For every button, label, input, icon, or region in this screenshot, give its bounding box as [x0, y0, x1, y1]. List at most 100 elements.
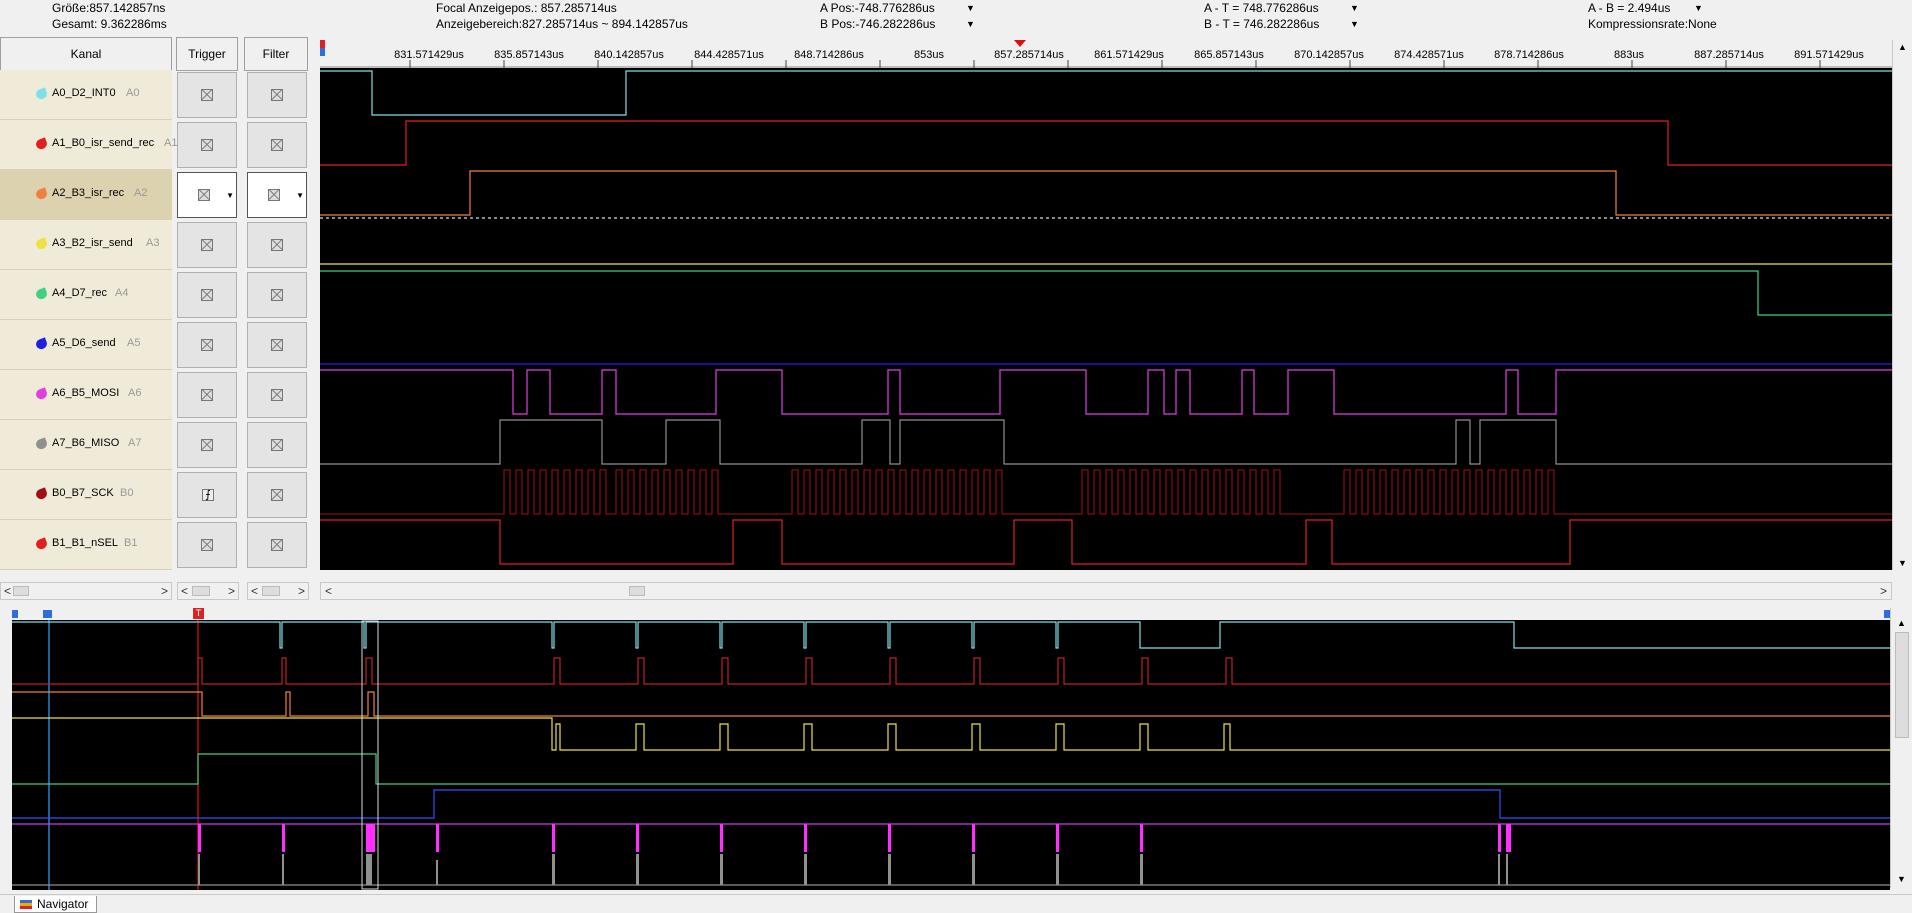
- channel-row[interactable]: A7_B6_MISO A7: [0, 420, 172, 470]
- scrollbar-thumb[interactable]: [13, 586, 29, 596]
- dropdown-arrow-icon[interactable]: ▼: [296, 191, 304, 200]
- ruler-tick-label: 874.428571us: [1394, 49, 1464, 61]
- b-position-dropdown[interactable]: ▼: [966, 16, 975, 32]
- dropdown-arrow-icon[interactable]: ▼: [226, 191, 234, 200]
- channel-row[interactable]: A4_D7_rec A4: [0, 270, 172, 320]
- none-icon: [271, 339, 283, 351]
- filter-scrollbar[interactable]: < >: [247, 582, 309, 600]
- scrollbar-thumb[interactable]: [192, 586, 210, 596]
- trigger-cell-selected[interactable]: ▼: [177, 172, 237, 218]
- trigger-cell[interactable]: [177, 422, 237, 468]
- scrollbar-thumb[interactable]: [1895, 632, 1909, 738]
- scroll-up-icon[interactable]: ▲: [1897, 618, 1906, 628]
- channel-tag: A0: [126, 87, 140, 99]
- waveform-scrollbar[interactable]: < >: [320, 582, 1892, 600]
- trigger-cell[interactable]: ⨍: [177, 472, 237, 518]
- channel-row[interactable]: A1_B0_isr_send_rec A1: [0, 120, 177, 170]
- a-minus-t-readout: A - T = 748.776286us: [1204, 1, 1319, 15]
- ruler-tick-label: 865.857143us: [1194, 49, 1264, 61]
- none-icon: [271, 439, 283, 451]
- filter-cell[interactable]: [247, 272, 307, 318]
- scroll-down-icon[interactable]: ▼: [1897, 874, 1906, 884]
- channel-name: A7_B6_MISO: [52, 437, 120, 449]
- filter-cell[interactable]: [247, 222, 307, 268]
- a-minus-b-readout: A - B = 2.494us: [1588, 1, 1671, 15]
- none-icon: [201, 339, 213, 351]
- channel-list-scrollbar[interactable]: < >: [0, 582, 172, 600]
- tab-navigator[interactable]: Navigator: [14, 896, 98, 913]
- scroll-up-icon[interactable]: ▲: [1898, 42, 1907, 52]
- scroll-down-icon[interactable]: ▼: [1898, 558, 1907, 568]
- filter-cell-selected[interactable]: ▼: [247, 172, 307, 218]
- scroll-left-icon[interactable]: <: [181, 584, 188, 598]
- scroll-right-icon[interactable]: >: [161, 584, 168, 598]
- filter-cell[interactable]: [247, 472, 307, 518]
- none-icon: [201, 439, 213, 451]
- channel-row[interactable]: B0_B7_SCK B0: [0, 470, 172, 520]
- trigger-scrollbar[interactable]: < >: [177, 582, 239, 600]
- channel-row[interactable]: A5_D6_send A5: [0, 320, 172, 370]
- total-readout: Gesamt: 9.362286ms: [52, 17, 167, 31]
- channel-color-icon: [34, 437, 49, 451]
- scroll-right-icon[interactable]: >: [1880, 584, 1887, 598]
- time-ruler[interactable]: 831.571429us 835.857143us 840.142857us 8…: [320, 40, 1892, 68]
- trigger-cell[interactable]: [177, 72, 237, 118]
- channel-name: A2_B3_isr_rec: [52, 187, 125, 199]
- trigger-cell[interactable]: [177, 272, 237, 318]
- filter-column-header[interactable]: Filter: [244, 37, 308, 71]
- nav-waveform-a1: [12, 657, 1890, 685]
- none-icon: [201, 289, 213, 301]
- waveform-a0: [320, 70, 1892, 116]
- a-minus-b-dropdown[interactable]: ▼: [1694, 0, 1703, 16]
- ruler-tick-label: 835.857143us: [494, 49, 564, 61]
- navigator-icon: [20, 900, 32, 909]
- ruler-tick-label: 844.428571us: [694, 49, 764, 61]
- channel-name: B1_B1_nSEL: [52, 537, 119, 549]
- channel-tag: A1: [164, 137, 178, 149]
- channel-row[interactable]: B1_B1_nSEL B1: [0, 520, 172, 570]
- filter-cell[interactable]: [247, 372, 307, 418]
- a-minus-t-dropdown[interactable]: ▼: [1350, 0, 1359, 16]
- filter-cell[interactable]: [247, 422, 307, 468]
- a-position-dropdown[interactable]: ▼: [966, 0, 975, 16]
- filter-cell[interactable]: [247, 122, 307, 168]
- b-minus-t-dropdown[interactable]: ▼: [1350, 16, 1359, 32]
- channel-row[interactable]: A3_B2_isr_send A3: [0, 220, 172, 270]
- channel-column-header[interactable]: Kanal: [0, 37, 172, 71]
- scroll-right-icon[interactable]: >: [298, 584, 305, 598]
- trigger-cell[interactable]: [177, 372, 237, 418]
- waveform-a6: [320, 369, 1892, 415]
- trigger-cell[interactable]: [177, 322, 237, 368]
- filter-cell[interactable]: [247, 322, 307, 368]
- trigger-cell[interactable]: [177, 222, 237, 268]
- filter-cell[interactable]: [247, 72, 307, 118]
- navigator-overview[interactable]: [12, 620, 1890, 890]
- waveform-vertical-scrollbar[interactable]: ▲ ▼: [1892, 40, 1912, 570]
- scroll-left-icon[interactable]: <: [325, 584, 332, 598]
- scroll-right-icon[interactable]: >: [228, 584, 235, 598]
- channel-row[interactable]: A0_D2_INT0 A0: [0, 70, 172, 120]
- channel-color-icon: [34, 487, 49, 501]
- channel-name: A0_D2_INT0: [52, 87, 116, 99]
- channel-name: A1_B0_isr_send_rec: [52, 137, 155, 149]
- channel-row-selected[interactable]: A2_B3_isr_rec A2: [0, 170, 172, 220]
- channel-row[interactable]: A6_B5_MOSI A6: [0, 370, 172, 420]
- trigger-column-header[interactable]: Trigger: [176, 37, 238, 71]
- channel-name: A3_B2_isr_send: [52, 237, 133, 249]
- trigger-cell[interactable]: [177, 522, 237, 568]
- marker-b-flag: [320, 48, 325, 56]
- scrollbar-thumb[interactable]: [629, 586, 645, 596]
- scroll-left-icon[interactable]: <: [251, 584, 258, 598]
- marker-a-flag: [320, 40, 325, 48]
- waveform-a2: [320, 170, 1892, 216]
- scrollbar-thumb[interactable]: [262, 586, 280, 596]
- trigger-marker-icon[interactable]: T: [193, 608, 204, 619]
- navigator-vertical-scrollbar[interactable]: ▲ ▼: [1890, 608, 1912, 888]
- trigger-cell[interactable]: [177, 122, 237, 168]
- scroll-left-icon[interactable]: <: [4, 584, 11, 598]
- channel-color-icon: [34, 537, 49, 551]
- filter-cell[interactable]: [247, 522, 307, 568]
- waveform-view[interactable]: [320, 68, 1892, 570]
- channel-tag: A3: [146, 237, 160, 249]
- compression-readout: Kompressionsrate:None: [1588, 17, 1717, 31]
